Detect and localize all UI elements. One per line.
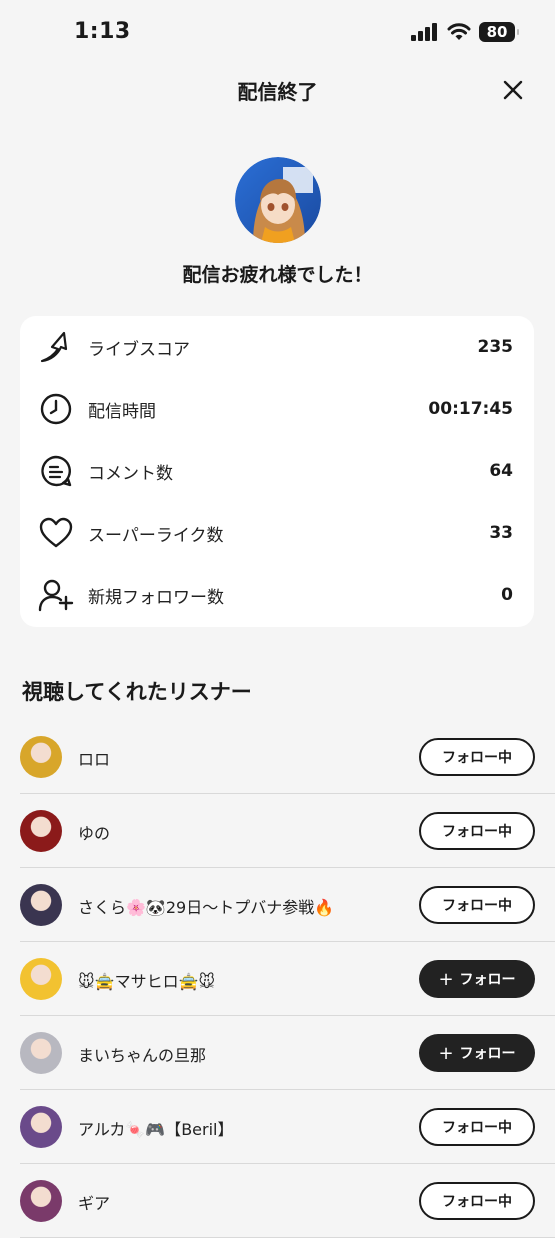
stat-value: 00:17:45 <box>428 399 513 419</box>
stats-card: ライブスコア 235 配信時間 00:17:45 コメント数 64 スーパーライ… <box>20 316 534 627</box>
stat-row-live-score: ライブスコア 235 <box>20 316 534 378</box>
done-message: 配信お疲れ様でした！ <box>182 264 373 286</box>
wifi-icon <box>447 23 471 40</box>
follow-button-label: フォロー中 <box>442 898 512 914</box>
streamer-avatar <box>235 157 321 243</box>
stat-row-superlikes: スーパーライク数 33 <box>20 502 534 564</box>
comment-icon <box>41 455 72 487</box>
follow-button[interactable]: + フォロー <box>419 1034 535 1072</box>
stat-value: 0 <box>501 585 513 605</box>
stat-label: スーパーライク数 <box>88 525 224 546</box>
follow-button-label: フォロー中 <box>442 1194 512 1210</box>
listener-name: さくら🌸🐼29日〜トプバナ参戦🔥 <box>78 898 335 917</box>
header: 配信終了 <box>0 66 555 114</box>
avatar[interactable] <box>20 1180 62 1222</box>
list-item[interactable]: アルカ🍬🎮【Beril】 フォロー中 <box>20 1090 555 1164</box>
battery-icon: 80 <box>479 22 519 42</box>
list-item[interactable]: さくら🌸🐼29日〜トプバナ参戦🔥 フォロー中 <box>20 868 555 942</box>
follow-button-label: フォロー <box>459 1046 516 1062</box>
list-item[interactable]: まいちゃんの旦那 + フォロー <box>20 1016 555 1090</box>
following-button[interactable]: フォロー中 <box>419 886 535 924</box>
page-title: 配信終了 <box>237 80 318 104</box>
avatar[interactable] <box>20 1106 62 1148</box>
heart-icon <box>39 517 73 548</box>
status-icons: 80 <box>411 22 519 42</box>
listener-name: 🐭🚖マサヒロ🚖🐭 <box>78 972 216 991</box>
list-item[interactable]: ギア フォロー中 <box>20 1164 555 1238</box>
follow-button-label: フォロー中 <box>442 1120 512 1136</box>
follow-button-label: フォロー中 <box>442 824 512 840</box>
follow-button-label: フォロー中 <box>442 750 512 766</box>
avatar[interactable] <box>20 958 62 1000</box>
stat-label: ライブスコア <box>88 339 190 360</box>
listener-name: ロロ <box>78 750 111 769</box>
stat-value: 33 <box>489 523 513 543</box>
listener-name: ギア <box>78 1194 111 1213</box>
stat-label: コメント数 <box>88 463 173 484</box>
listeners-section-title: 視聴してくれたリスナー <box>22 680 252 704</box>
status-bar: 1:13 80 <box>0 0 555 66</box>
arrow-up-icon <box>40 331 68 363</box>
list-item[interactable]: 🐭🚖マサヒロ🚖🐭 + フォロー <box>20 942 555 1016</box>
avatar[interactable] <box>20 810 62 852</box>
following-button[interactable]: フォロー中 <box>419 738 535 776</box>
stat-row-comments: コメント数 64 <box>20 440 534 502</box>
plus-icon: + <box>438 968 454 990</box>
stat-row-duration: 配信時間 00:17:45 <box>20 378 534 440</box>
plus-icon: + <box>438 1042 454 1064</box>
stat-value: 235 <box>477 337 514 357</box>
following-button[interactable]: フォロー中 <box>419 812 535 850</box>
follow-button[interactable]: + フォロー <box>419 960 535 998</box>
close-icon[interactable] <box>501 78 525 102</box>
following-button[interactable]: フォロー中 <box>419 1182 535 1220</box>
listener-name: ゆの <box>78 824 111 843</box>
listener-name: アルカ🍬🎮【Beril】 <box>78 1120 234 1139</box>
stat-row-new-followers: 新規フォロワー数 0 <box>20 564 534 626</box>
avatar[interactable] <box>20 736 62 778</box>
status-time: 1:13 <box>74 19 131 44</box>
list-item[interactable]: ロロ フォロー中 <box>20 720 555 794</box>
following-button[interactable]: フォロー中 <box>419 1108 535 1146</box>
clock-icon <box>40 393 72 425</box>
listener-list: ロロ フォロー中 ゆの フォロー中 さくら🌸🐼29日〜トプバナ参戦🔥 フォロー中 🐭🚖マサヒ… <box>0 720 555 1238</box>
stat-label: 配信時間 <box>88 401 156 422</box>
signal-icon <box>411 23 437 41</box>
stat-label: 新規フォロワー数 <box>88 587 224 608</box>
list-item[interactable]: ゆの フォロー中 <box>20 794 555 868</box>
listener-name: まいちゃんの旦那 <box>78 1046 207 1065</box>
add-user-icon <box>38 579 74 612</box>
stat-value: 64 <box>489 461 513 481</box>
avatar[interactable] <box>20 884 62 926</box>
avatar[interactable] <box>20 1032 62 1074</box>
follow-button-label: フォロー <box>459 972 516 988</box>
